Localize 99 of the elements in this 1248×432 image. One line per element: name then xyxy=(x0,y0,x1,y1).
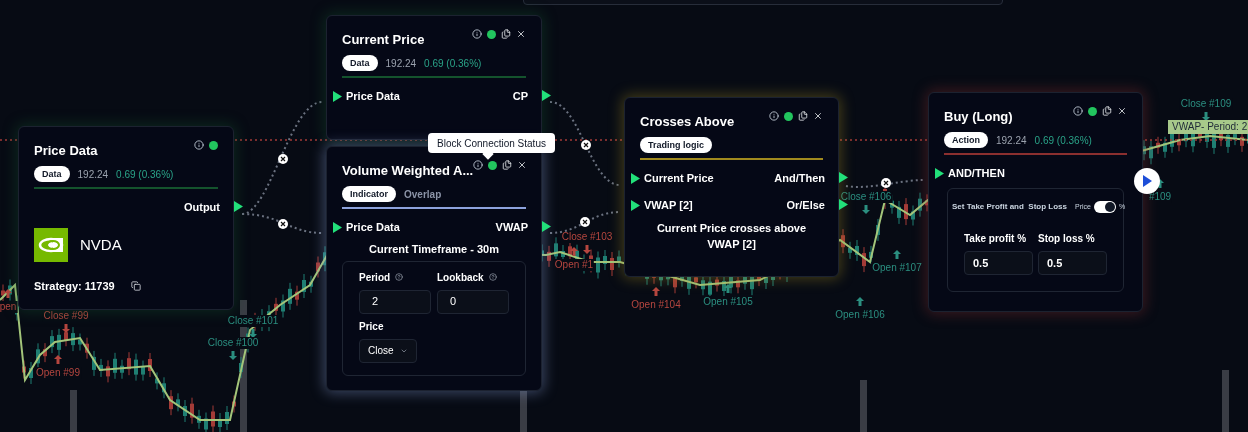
category-tag: Action xyxy=(944,132,988,148)
node-title: Current Price xyxy=(342,31,425,49)
trade-marker-label: Open #104 xyxy=(630,299,682,311)
series-label: VWAP- Period: 2 xyxy=(1168,120,1248,134)
copy-icon[interactable] xyxy=(501,29,511,39)
node-card[interactable] xyxy=(624,97,839,277)
info-icon[interactable] xyxy=(194,140,204,150)
trade-marker-label: Open #105 xyxy=(702,296,754,308)
trade-marker-label: #109 xyxy=(1147,191,1173,203)
price-change: 0.69 (0.36%) xyxy=(1034,133,1092,148)
node-card[interactable] xyxy=(18,126,234,310)
input-port-label: AND/THEN xyxy=(947,165,1005,181)
play-button[interactable] xyxy=(1134,168,1160,194)
node-title: Price Data xyxy=(34,142,98,160)
logo-icon xyxy=(34,228,68,262)
node-card[interactable] xyxy=(326,15,542,140)
info-icon[interactable] xyxy=(769,111,779,121)
trade-marker-label: Close #103 xyxy=(560,231,614,243)
node-title: Crosses Above xyxy=(640,113,735,131)
field-label: Price xyxy=(359,319,385,334)
input-field[interactable]: 0.5 xyxy=(964,251,1033,275)
input-port-label: Price Data xyxy=(345,219,400,235)
trade-marker-label: Close #109 xyxy=(1179,98,1233,110)
symbol-name: NVDA xyxy=(80,234,122,255)
price-text: 192.24 xyxy=(77,167,109,182)
port-arrow-icon[interactable] xyxy=(839,199,848,210)
category-tag: Data xyxy=(342,55,378,71)
trade-marker-label: Open #1 xyxy=(553,259,595,271)
disconnect-icon[interactable] xyxy=(278,154,288,164)
connector-line xyxy=(549,211,621,234)
info-icon[interactable] xyxy=(1073,106,1083,116)
port-arrow-icon[interactable] xyxy=(542,90,551,101)
node-title: Buy (Long) xyxy=(944,108,1013,126)
output-port-label: And/Then xyxy=(774,170,825,186)
port-arrow-icon[interactable] xyxy=(631,172,640,184)
output-port-label: CP xyxy=(512,88,528,104)
price-change: 0.69 (0.36%) xyxy=(116,167,174,182)
trade-marker-label: Close #101 xyxy=(226,315,280,327)
trade-marker-label: Open #106 xyxy=(834,309,886,321)
node-title: Volume Weighted A... xyxy=(342,162,474,180)
settings-title: Set Take Profit and Stop Loss xyxy=(952,201,1067,213)
trade-marker-label: Close #99 xyxy=(42,310,90,322)
field-label: Stop loss % xyxy=(1038,232,1096,246)
node-card[interactable] xyxy=(928,92,1143,312)
strategy-id: Strategy: 11739 xyxy=(34,279,115,294)
category-tag: Indicator xyxy=(342,186,396,202)
input-port-label: VWAP [2] xyxy=(643,197,693,213)
copy-icon[interactable] xyxy=(130,281,141,292)
info-icon[interactable] xyxy=(472,29,482,39)
help-icon[interactable] xyxy=(395,273,404,281)
price-change: 0.69 (0.36%) xyxy=(424,56,482,71)
input-port-label: Price Data xyxy=(345,88,400,104)
trade-marker-label: Close #100 xyxy=(206,337,260,349)
port-arrow-icon[interactable] xyxy=(839,172,848,183)
category-tag: Data xyxy=(34,166,70,182)
close-icon[interactable] xyxy=(517,160,528,170)
timeframe-text: Current Timeframe - 30m xyxy=(368,242,500,257)
copy-icon[interactable] xyxy=(798,111,808,121)
port-arrow-icon[interactable] xyxy=(542,221,551,232)
close-icon[interactable] xyxy=(516,29,526,39)
category-tag: Trading logic xyxy=(640,137,712,153)
output-port-label: VWAP xyxy=(495,219,528,235)
trade-marker-label: pen xyxy=(0,301,18,313)
field-label: Lookback xyxy=(437,270,484,285)
disconnect-icon[interactable] xyxy=(881,178,891,188)
price-text: 192.24 xyxy=(996,133,1027,148)
trade-marker-label: Close #106 xyxy=(839,191,893,203)
volume-bar xyxy=(1222,370,1229,432)
help-icon[interactable] xyxy=(488,273,497,281)
field-label: Take profit % xyxy=(964,232,1028,246)
input-field[interactable]: 0.5 xyxy=(1038,251,1107,275)
disconnect-icon[interactable] xyxy=(580,217,590,227)
input-field[interactable]: 0 xyxy=(437,289,509,314)
port-arrow-icon[interactable] xyxy=(234,201,243,212)
trade-marker-label: Open #99 xyxy=(35,367,81,379)
info-icon[interactable] xyxy=(473,160,484,170)
input-port-label: Current Price xyxy=(643,170,714,186)
disconnect-icon[interactable] xyxy=(581,140,591,150)
rule-description: Current Price crosses above VWAP [2] xyxy=(655,221,808,252)
copy-icon[interactable] xyxy=(502,160,513,170)
price-dropdown[interactable]: Close xyxy=(359,338,417,363)
port-arrow-icon[interactable] xyxy=(935,167,944,179)
tooltip: Block Connection Status xyxy=(428,133,555,153)
close-icon[interactable] xyxy=(1117,106,1127,116)
price-text: 192.24 xyxy=(385,56,417,71)
output-port-label: Output xyxy=(183,199,220,215)
copy-icon[interactable] xyxy=(1102,106,1112,116)
port-arrow-icon[interactable] xyxy=(631,199,640,211)
close-icon[interactable] xyxy=(813,111,823,121)
disconnect-icon[interactable] xyxy=(278,219,288,229)
field-label: Period xyxy=(359,270,391,285)
output-port-label: Or/Else xyxy=(786,197,825,213)
category-label: Overlap xyxy=(404,187,442,202)
input-field[interactable]: 2 xyxy=(359,289,431,314)
volume-bar xyxy=(70,390,77,432)
port-arrow-icon[interactable] xyxy=(333,90,342,102)
port-arrow-icon[interactable] xyxy=(333,221,342,233)
volume-bar xyxy=(860,380,867,432)
trade-marker-label: Open #107 xyxy=(871,262,923,274)
